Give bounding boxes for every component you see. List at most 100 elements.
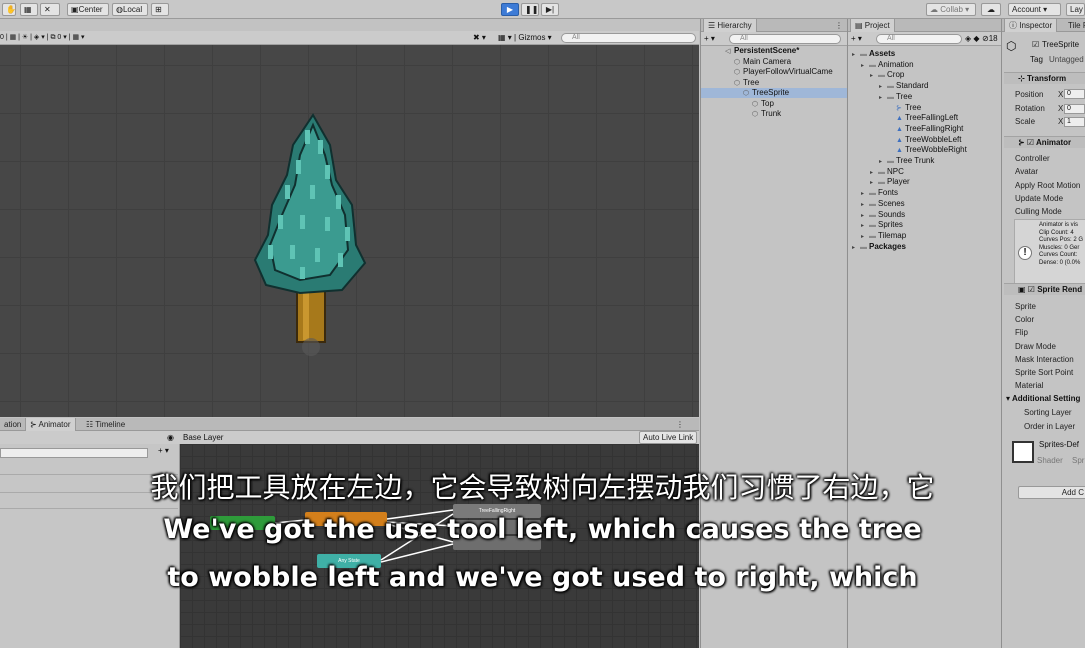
gameobject-icon: ⬡ [1006, 39, 1017, 53]
position-x-field[interactable]: 0 [1064, 89, 1085, 99]
tab-animator[interactable]: ⊱ Animator [25, 418, 76, 431]
project-item[interactable]: ▸ ▬ Assets [848, 49, 895, 59]
project-item[interactable]: ▲ TreeFallingRight [848, 124, 963, 134]
pivot-center-toggle[interactable]: ▣Center [67, 3, 109, 16]
tab-project[interactable]: ▤ Project [850, 19, 895, 32]
scene-shading-mode[interactable]: 0 | ▦ | ☀ | ◈ ▾ | ⧉ 0 ▾ | ▦ ▾ [0, 33, 85, 43]
hierarchy-menu-icon[interactable]: ⋮ [831, 19, 847, 32]
parameters-search[interactable] [0, 448, 148, 458]
filter-icon[interactable]: ◈ ◆ [965, 34, 980, 44]
hierarchy-item[interactable]: ⬡ Tree [701, 78, 847, 88]
expand-arrow-icon[interactable]: ▸ [861, 221, 869, 231]
hierarchy-create-button[interactable]: + ▾ [704, 34, 715, 44]
project-item[interactable]: ▸ ▬ Fonts [848, 188, 898, 198]
expand-arrow-icon[interactable]: ▸ [861, 189, 869, 199]
project-item[interactable]: ▸ ▬ Scenes [848, 199, 905, 209]
expand-arrow-icon[interactable]: ▸ [861, 200, 869, 210]
eye-icon[interactable]: ◉ [167, 433, 174, 443]
custom-tool-icon[interactable]: ✕ [40, 3, 60, 16]
expand-arrow-icon[interactable]: ▸ [870, 168, 878, 178]
play-button[interactable]: ▶ [501, 3, 519, 16]
project-item[interactable]: ▸ ▬ Tree [848, 92, 912, 102]
tree-sprite-image[interactable] [0, 45, 699, 417]
expand-arrow-icon[interactable]: ▸ [861, 211, 869, 221]
hidden-packages-count[interactable]: ⊘18 [982, 34, 998, 44]
scene-tools-icon[interactable]: ✖ ▾ [473, 33, 486, 43]
sprite-renderer-header[interactable]: ▣ ☑ Sprite Rend [1004, 283, 1085, 295]
project-item[interactable]: ▸ ▬ Crop [848, 70, 904, 80]
expand-arrow-icon[interactable]: ▸ [852, 50, 860, 60]
pivot-gizmo[interactable] [302, 338, 320, 356]
project-item[interactable]: ▸ ▬ Sprites [848, 220, 903, 230]
expand-arrow-icon[interactable]: ▸ [861, 232, 869, 242]
base-layer-breadcrumb[interactable]: Base Layer [183, 433, 223, 443]
project-item-label: Sprites [878, 220, 903, 230]
project-item[interactable]: ▸ ▬ Player [848, 177, 910, 187]
shader-dropdown[interactable]: Spr [1072, 456, 1084, 466]
sprite-renderer-field-label: Sprite Sort Point [1015, 368, 1074, 377]
expand-arrow-icon[interactable]: ▸ [879, 157, 887, 167]
animator-controller-icon: ⊱ [896, 104, 902, 112]
pause-button[interactable]: ❚❚ [521, 3, 539, 16]
step-button[interactable]: ▶| [541, 3, 559, 16]
project-item[interactable]: ▲ TreeWobbleRight [848, 145, 967, 155]
tab-tile-palette[interactable]: Tile P [1064, 19, 1085, 32]
expand-arrow-icon[interactable]: ▸ [861, 61, 869, 71]
project-item[interactable]: ▸ ▬ Standard [848, 81, 928, 91]
auto-live-link-toggle[interactable]: Auto Live Link [639, 431, 698, 444]
cloud-icon[interactable]: ☁ [981, 3, 1001, 16]
sprite-renderer-field-label: Flip [1015, 328, 1028, 338]
project-item[interactable]: ▸ ▬ NPC [848, 167, 904, 177]
object-name-field[interactable]: TreeSprite [1042, 40, 1079, 50]
project-search-placeholder: All [887, 35, 895, 42]
tab-animation[interactable]: ation [0, 418, 25, 431]
panel-menu-icon[interactable]: ⋮ [672, 418, 688, 431]
hierarchy-item[interactable]: ◁ PersistentScene* [701, 46, 847, 56]
tab-inspector[interactable]: ⓘ Inspector [1004, 19, 1058, 32]
tag-dropdown[interactable]: Untagged [1049, 55, 1084, 65]
additional-settings-foldout[interactable]: ▾ Additional Setting [1006, 394, 1080, 404]
material-name[interactable]: Sprites-Def [1039, 440, 1079, 450]
expand-arrow-icon[interactable]: ▸ [879, 93, 887, 103]
project-search-input[interactable]: All [876, 34, 962, 44]
hierarchy-search-input[interactable]: All [729, 34, 841, 44]
project-create-button[interactable]: + ▾ [851, 34, 862, 44]
rotation-x-field[interactable]: 0 [1064, 104, 1085, 114]
hierarchy-item[interactable]: ⬡ PlayerFollowVirtualCame [701, 67, 847, 77]
active-checkbox[interactable]: ☑ [1032, 40, 1039, 50]
add-parameter-button[interactable]: + ▾ [158, 446, 169, 456]
project-item[interactable]: ▸ ▬ Tree Trunk [848, 156, 934, 166]
project-item[interactable]: ▸ ▬ Tilemap [848, 231, 906, 241]
project-item[interactable]: ▸ ▬ Sounds [848, 210, 905, 220]
expand-arrow-icon[interactable]: ▸ [879, 82, 887, 92]
hierarchy-item[interactable]: ⬡ Top [701, 99, 847, 109]
hierarchy-item[interactable]: ⬡ TreeSprite [701, 88, 847, 98]
tab-hierarchy[interactable]: ☰ Hierarchy [703, 19, 757, 32]
expand-arrow-icon[interactable]: ▸ [870, 71, 878, 81]
expand-arrow-icon[interactable]: ▸ [852, 243, 860, 253]
project-item[interactable]: ▸ ▬ Animation [848, 60, 914, 70]
account-dropdown[interactable]: Account ▾ [1008, 3, 1061, 16]
hierarchy-item-label: TreeSprite [752, 88, 790, 97]
hierarchy-item[interactable]: ⬡ Main Camera [701, 57, 847, 67]
project-item[interactable]: ⊱ Tree [848, 103, 921, 113]
gizmos-dropdown[interactable]: ▦ ▾ | Gizmos ▾ [498, 33, 552, 43]
expand-arrow-icon[interactable]: ▸ [870, 178, 878, 188]
scale-x-field[interactable]: 1 [1064, 117, 1085, 127]
layers-dropdown[interactable]: Lay [1066, 3, 1085, 16]
hierarchy-item[interactable]: ⬡ Trunk [701, 109, 847, 119]
collab-button[interactable]: ☁ Collab ▾ [926, 3, 976, 16]
transform-header[interactable]: ⊹ Transform [1004, 72, 1085, 84]
animator-component-header[interactable]: ⊱ ☑ Animator [1004, 136, 1085, 148]
project-item[interactable]: ▲ TreeWobbleLeft [848, 135, 961, 145]
scene-view[interactable] [0, 45, 699, 417]
snap-icon[interactable]: ⊞ [151, 3, 169, 16]
hand-tool-icon[interactable]: ✋ [2, 3, 16, 16]
pivot-local-toggle[interactable]: ◍Local [112, 3, 148, 16]
project-item[interactable]: ▲ TreeFallingLeft [848, 113, 958, 123]
tab-timeline[interactable]: ☷ Timeline [82, 418, 129, 431]
scene-search-input[interactable]: All [561, 33, 696, 43]
project-item[interactable]: ▸ ▬ Packages [848, 242, 906, 252]
rect-tool-icon[interactable]: ▦ [20, 3, 38, 16]
animator-toolbar: ◉ Base Layer Auto Live Link [0, 431, 699, 445]
